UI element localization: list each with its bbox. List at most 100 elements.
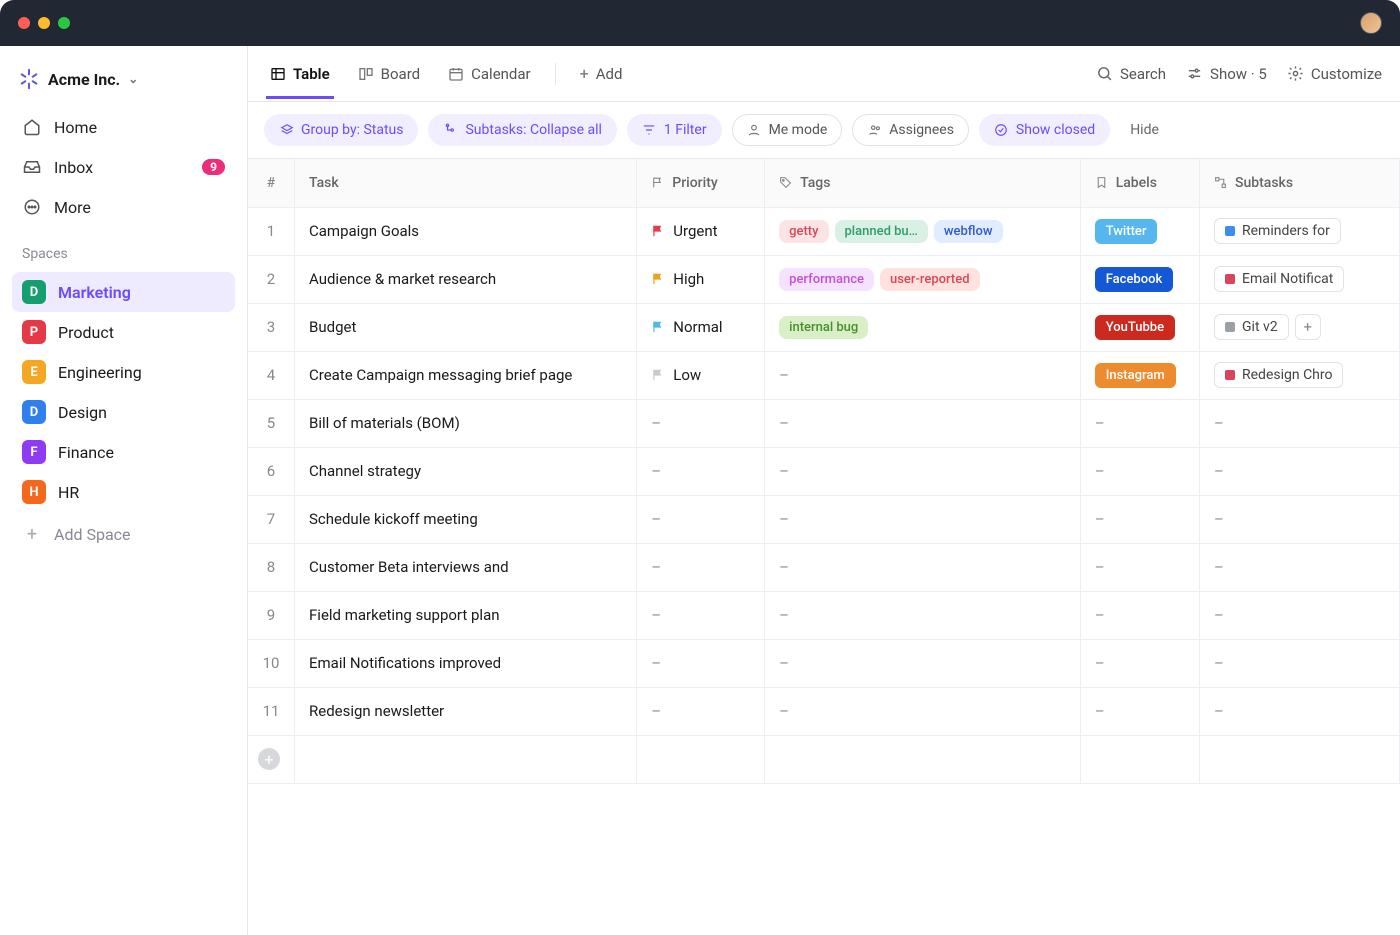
task-name-cell[interactable]: Field marketing support plan bbox=[295, 591, 637, 639]
tags-cell[interactable]: – bbox=[765, 399, 1081, 447]
table-row[interactable]: 11 Redesign newsletter – – – – bbox=[248, 687, 1400, 735]
tags-cell[interactable]: – bbox=[765, 543, 1081, 591]
subtasks-chip[interactable]: Subtasks: Collapse all bbox=[428, 114, 616, 146]
priority-cell[interactable]: – bbox=[637, 447, 765, 495]
add-subtask-button[interactable]: + bbox=[1295, 314, 1321, 340]
filter-chip[interactable]: 1 Filter bbox=[627, 114, 722, 146]
labels-cell[interactable]: YouTubbe bbox=[1080, 303, 1199, 351]
assignees-chip[interactable]: Assignees bbox=[852, 114, 969, 146]
tags-cell[interactable]: – bbox=[765, 639, 1081, 687]
show-closed-chip[interactable]: Show closed bbox=[979, 114, 1110, 146]
space-item-marketing[interactable]: DMarketing bbox=[12, 272, 235, 312]
view-tab-table[interactable]: Table bbox=[266, 49, 334, 99]
table-row[interactable]: 8 Customer Beta interviews and – – – – bbox=[248, 543, 1400, 591]
subtask-pill[interactable]: Reminders for bbox=[1214, 218, 1341, 244]
column-header-subtasks[interactable]: Subtasks bbox=[1200, 159, 1400, 207]
task-name-cell[interactable]: Customer Beta interviews and bbox=[295, 543, 637, 591]
task-name-cell[interactable]: Bill of materials (BOM) bbox=[295, 399, 637, 447]
view-tab-calendar[interactable]: Calendar bbox=[444, 49, 535, 99]
show-button[interactable]: Show · 5 bbox=[1186, 65, 1267, 83]
space-item-hr[interactable]: HHR bbox=[12, 472, 235, 512]
labels-cell[interactable]: – bbox=[1080, 639, 1199, 687]
column-header-task[interactable]: Task bbox=[295, 159, 637, 207]
search-button[interactable]: Search bbox=[1096, 65, 1166, 83]
priority-cell[interactable]: – bbox=[637, 639, 765, 687]
task-name-cell[interactable]: Redesign newsletter bbox=[295, 687, 637, 735]
column-header-number[interactable]: # bbox=[248, 159, 295, 207]
column-header-tags[interactable]: Tags bbox=[765, 159, 1081, 207]
add-space-button[interactable]: + Add Space bbox=[12, 514, 235, 555]
priority-cell[interactable]: – bbox=[637, 399, 765, 447]
table-row[interactable]: 1 Campaign Goals Urgent gettyplanned bu…… bbox=[248, 207, 1400, 255]
table-row[interactable]: 2 Audience & market research High perfor… bbox=[248, 255, 1400, 303]
subtasks-cell[interactable]: – bbox=[1200, 543, 1400, 591]
tags-cell[interactable]: getty planned bu… webflow bbox=[765, 207, 1081, 255]
table-row[interactable]: 4 Create Campaign messaging brief page L… bbox=[248, 351, 1400, 399]
subtasks-cell[interactable]: – bbox=[1200, 447, 1400, 495]
labels-cell[interactable]: – bbox=[1080, 399, 1199, 447]
subtask-pill[interactable]: Git v2 bbox=[1214, 314, 1289, 340]
me-mode-chip[interactable]: Me mode bbox=[732, 114, 843, 146]
space-item-design[interactable]: DDesign bbox=[12, 392, 235, 432]
tag-pill[interactable]: planned bu… bbox=[835, 220, 928, 243]
tag-pill[interactable]: performance bbox=[779, 268, 874, 291]
priority-cell[interactable]: Urgent bbox=[637, 207, 765, 255]
labels-cell[interactable]: – bbox=[1080, 447, 1199, 495]
table-row[interactable]: 9 Field marketing support plan – – – – bbox=[248, 591, 1400, 639]
nav-inbox[interactable]: Inbox 9 bbox=[12, 148, 235, 186]
label-pill[interactable]: Twitter bbox=[1095, 219, 1158, 244]
table-row[interactable]: 3 Budget Normal internal bug YouTubbe Gi… bbox=[248, 303, 1400, 351]
subtasks-cell[interactable]: Redesign Chro bbox=[1200, 351, 1400, 399]
priority-cell[interactable]: Normal bbox=[637, 303, 765, 351]
subtasks-cell[interactable]: Reminders for bbox=[1200, 207, 1400, 255]
close-window-button[interactable] bbox=[18, 17, 30, 29]
subtasks-cell[interactable]: – bbox=[1200, 687, 1400, 735]
subtasks-cell[interactable]: – bbox=[1200, 639, 1400, 687]
tags-cell[interactable]: – bbox=[765, 495, 1081, 543]
view-tab-board[interactable]: Board bbox=[354, 49, 424, 99]
workspace-switcher[interactable]: Acme Inc. ⌄ bbox=[12, 56, 235, 106]
labels-cell[interactable]: – bbox=[1080, 543, 1199, 591]
group-by-chip[interactable]: Group by: Status bbox=[264, 114, 418, 146]
table-row[interactable]: 6 Channel strategy – – – – bbox=[248, 447, 1400, 495]
tag-pill[interactable]: webflow bbox=[934, 220, 1003, 243]
priority-cell[interactable]: High bbox=[637, 255, 765, 303]
tags-cell[interactable]: – bbox=[765, 591, 1081, 639]
task-table-container[interactable]: # Task Priority Tags Labels Subtasks bbox=[248, 159, 1400, 935]
hide-button[interactable]: Hide bbox=[1120, 122, 1159, 138]
subtasks-cell[interactable]: Git v2+ bbox=[1200, 303, 1400, 351]
table-row[interactable]: 5 Bill of materials (BOM) – – – – bbox=[248, 399, 1400, 447]
maximize-window-button[interactable] bbox=[58, 17, 70, 29]
subtasks-cell[interactable]: Email Notificat bbox=[1200, 255, 1400, 303]
subtasks-cell[interactable]: – bbox=[1200, 399, 1400, 447]
space-item-engineering[interactable]: EEngineering bbox=[12, 352, 235, 392]
priority-cell[interactable]: – bbox=[637, 495, 765, 543]
column-header-priority[interactable]: Priority bbox=[637, 159, 765, 207]
nav-home[interactable]: Home bbox=[12, 108, 235, 146]
priority-cell[interactable]: – bbox=[637, 687, 765, 735]
labels-cell[interactable]: – bbox=[1080, 495, 1199, 543]
table-row[interactable]: 10 Email Notifications improved – – – – bbox=[248, 639, 1400, 687]
tags-cell[interactable]: – bbox=[765, 351, 1081, 399]
user-avatar[interactable] bbox=[1360, 12, 1382, 34]
space-item-finance[interactable]: FFinance bbox=[12, 432, 235, 472]
subtasks-cell[interactable]: – bbox=[1200, 591, 1400, 639]
label-pill[interactable]: Facebook bbox=[1095, 267, 1174, 292]
label-pill[interactable]: YouTubbe bbox=[1095, 315, 1175, 340]
tag-pill[interactable]: user-reported bbox=[880, 268, 980, 291]
subtasks-cell[interactable]: – bbox=[1200, 495, 1400, 543]
task-name-cell[interactable]: Channel strategy bbox=[295, 447, 637, 495]
task-name-cell[interactable]: Create Campaign messaging brief page bbox=[295, 351, 637, 399]
labels-cell[interactable]: Instagram bbox=[1080, 351, 1199, 399]
priority-cell[interactable]: – bbox=[637, 543, 765, 591]
labels-cell[interactable]: Twitter bbox=[1080, 207, 1199, 255]
tag-pill[interactable]: getty bbox=[779, 220, 828, 243]
table-row[interactable]: 7 Schedule kickoff meeting – – – – bbox=[248, 495, 1400, 543]
task-name-cell[interactable]: Budget bbox=[295, 303, 637, 351]
minimize-window-button[interactable] bbox=[38, 17, 50, 29]
add-row[interactable]: + bbox=[248, 735, 1400, 783]
tags-cell[interactable]: internal bug bbox=[765, 303, 1081, 351]
tag-pill[interactable]: internal bug bbox=[779, 316, 868, 339]
priority-cell[interactable]: Low bbox=[637, 351, 765, 399]
column-header-labels[interactable]: Labels bbox=[1080, 159, 1199, 207]
